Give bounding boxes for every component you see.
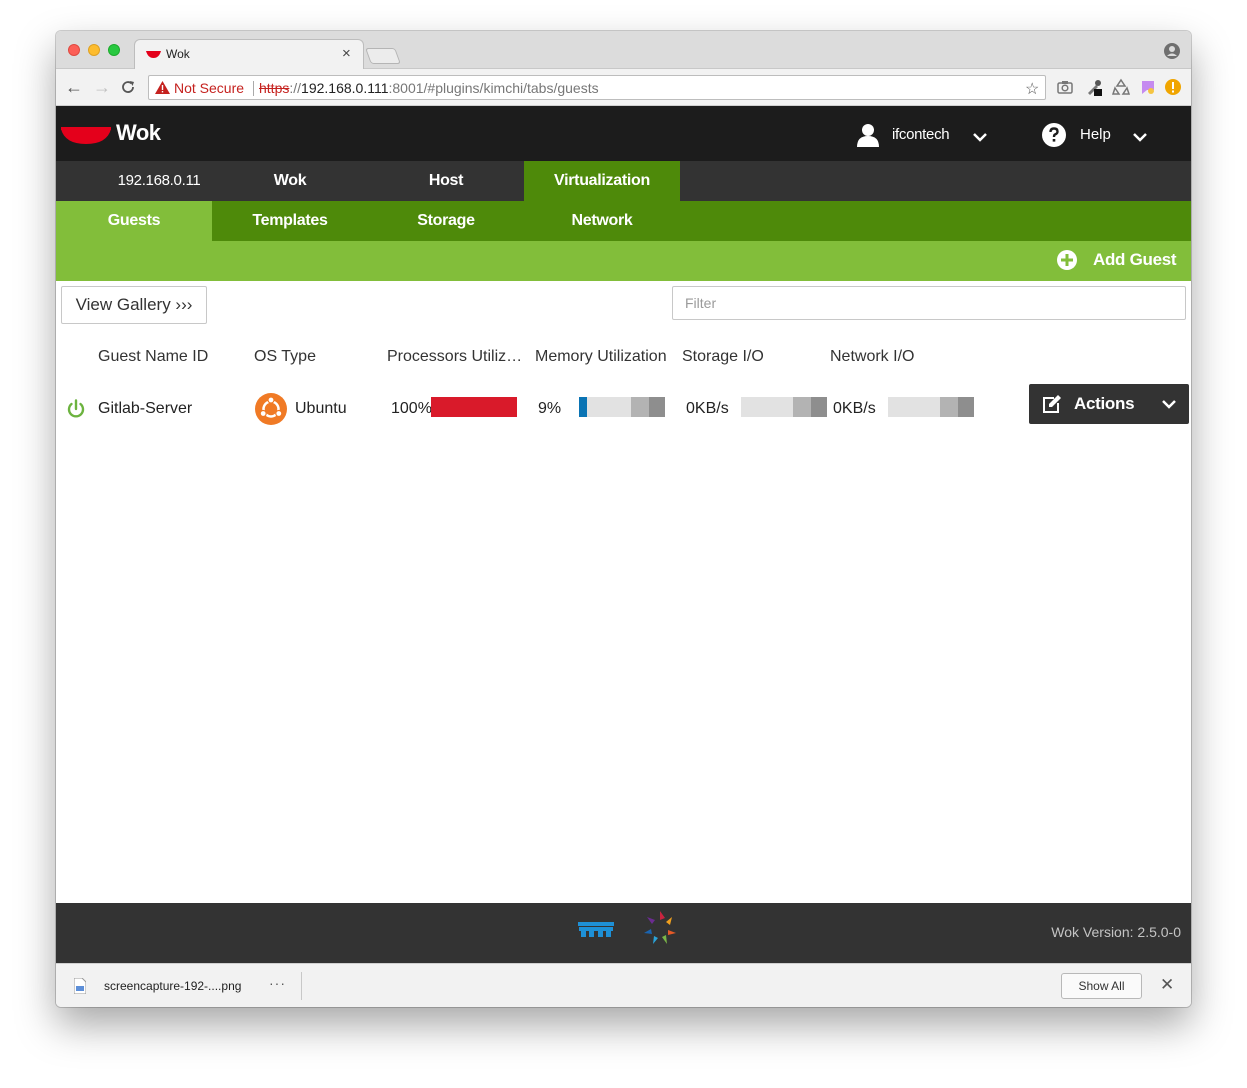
- tab-network[interactable]: Network: [524, 201, 680, 241]
- color-extension-icon[interactable]: [1139, 78, 1157, 96]
- close-window-button[interactable]: [68, 44, 80, 56]
- warning-icon: [155, 81, 170, 94]
- user-menu-chevron-down-icon[interactable]: [973, 133, 987, 143]
- reload-icon[interactable]: [120, 79, 136, 95]
- alert-extension-icon[interactable]: [1164, 78, 1182, 96]
- omnibox-separator: [253, 81, 254, 96]
- forward-icon[interactable]: →: [93, 77, 111, 98]
- storage-bar-shade-dark: [811, 397, 827, 417]
- processor-bar-fill: [431, 397, 517, 417]
- wok-logo-icon[interactable]: [61, 124, 111, 146]
- profile-icon[interactable]: [1164, 43, 1180, 59]
- table-row[interactable]: Gitlab-Server Ubuntu 100% 9% 0KB/s 0KB/s: [56, 383, 1191, 433]
- browser-window: Wok × ← → Not Secure https://192.168.0.1…: [56, 31, 1191, 1007]
- processor-utilization-bar: [431, 397, 517, 417]
- memory-bar-shade: [631, 397, 649, 417]
- wok-version-label: Wok Version: 2.5.0-0: [1051, 924, 1181, 940]
- guests-toolbar: Add Guest: [56, 241, 1191, 281]
- filter-input[interactable]: [672, 286, 1186, 320]
- download-file-name[interactable]: screencapture-192-....png: [104, 979, 241, 993]
- zoom-window-button[interactable]: [108, 44, 120, 56]
- add-guest-label: Add Guest: [1093, 250, 1177, 269]
- storage-bar-shade: [793, 397, 811, 417]
- storage-io-value: 0KB/s: [686, 400, 729, 417]
- bookmark-star-icon[interactable]: ☆: [1025, 79, 1039, 99]
- tab-templates[interactable]: Templates: [212, 201, 368, 241]
- network-io-value: 0KB/s: [833, 400, 876, 417]
- downloads-close-icon[interactable]: ✕: [1160, 975, 1174, 995]
- column-header-os-type[interactable]: OS Type: [254, 348, 316, 366]
- network-bar-shade: [940, 397, 958, 417]
- downloads-bar: screencapture-192-....png ··· Show All ✕: [56, 963, 1191, 1007]
- actions-button[interactable]: Actions: [1029, 384, 1189, 424]
- plus-circle-icon: [1057, 250, 1077, 270]
- help-label[interactable]: Help: [1080, 126, 1111, 143]
- browser-tabstrip: Wok ×: [56, 31, 1191, 70]
- storage-io-bar: [741, 397, 827, 417]
- app-footer: Wok Version: 2.5.0-0: [56, 903, 1191, 963]
- help-icon[interactable]: [1042, 123, 1066, 147]
- column-header-guest-name[interactable]: Guest Name ID: [98, 348, 208, 366]
- network-bar-shade-dark: [958, 397, 974, 417]
- edit-icon: [1043, 395, 1061, 413]
- browser-toolbar: ← → Not Secure https://192.168.0.111:800…: [56, 69, 1191, 106]
- minimize-window-button[interactable]: [88, 44, 100, 56]
- actions-label: Actions: [1074, 394, 1135, 413]
- app-logo-text[interactable]: Wok: [116, 120, 161, 146]
- user-name-label[interactable]: ifcontech: [892, 126, 950, 143]
- memory-utilization-value: 9%: [538, 400, 562, 417]
- address-bar[interactable]: Not Secure https://192.168.0.111:8001/#p…: [148, 75, 1046, 100]
- top-nav-virtualization[interactable]: Virtualization: [524, 161, 680, 201]
- tab-close-icon[interactable]: ×: [342, 45, 351, 62]
- actions-chevron-down-icon: [1162, 400, 1176, 409]
- column-header-network-io[interactable]: Network I/O: [830, 348, 914, 366]
- download-more-icon[interactable]: ···: [269, 975, 286, 991]
- new-tab-button[interactable]: [365, 48, 401, 64]
- processor-utilization-value: 100%: [391, 400, 432, 417]
- memory-utilization-bar: [579, 397, 665, 417]
- wok-community-logo-icon: [644, 911, 676, 944]
- column-header-memory[interactable]: Memory Utilization: [535, 348, 667, 366]
- guest-os-type: Ubuntu: [295, 400, 347, 417]
- app-header: Wok ifcontech Help: [56, 106, 1191, 161]
- wok-favicon-icon: [146, 51, 161, 58]
- ubuntu-logo-icon: [255, 393, 287, 425]
- show-all-button[interactable]: Show All: [1061, 973, 1142, 999]
- tab-guests[interactable]: Guests: [56, 201, 212, 241]
- memory-bar-shade-dark: [649, 397, 665, 417]
- file-icon: [74, 978, 86, 994]
- user-icon[interactable]: [857, 123, 879, 147]
- power-icon[interactable]: [66, 399, 86, 419]
- column-header-processors[interactable]: Processors Utiliz…: [387, 348, 522, 366]
- camera-extension-icon[interactable]: [1056, 78, 1074, 96]
- sub-navigation: Guests Templates Storage Network: [56, 201, 1191, 241]
- downloads-separator: [301, 972, 302, 1000]
- url-text: https://192.168.0.111:8001/#plugins/kimc…: [259, 80, 599, 96]
- tab-storage[interactable]: Storage: [368, 201, 524, 241]
- not-secure-label: Not Secure: [174, 80, 245, 96]
- view-gallery-button[interactable]: View Gallery ›››: [61, 286, 207, 324]
- eyedropper-extension-icon[interactable]: [1085, 78, 1103, 96]
- guest-name[interactable]: Gitlab-Server: [98, 400, 192, 418]
- column-header-storage-io[interactable]: Storage I/O: [682, 348, 764, 366]
- kimchi-logo-icon: [578, 922, 614, 937]
- top-nav-wok[interactable]: Wok: [212, 161, 368, 201]
- network-io-bar: [888, 397, 974, 417]
- recycle-extension-icon[interactable]: [1112, 78, 1130, 96]
- memory-bar-fill: [579, 397, 587, 417]
- help-menu-chevron-down-icon[interactable]: [1133, 133, 1147, 143]
- top-nav-host[interactable]: Host: [368, 161, 524, 201]
- top-navigation: 192.168.0.11 Wok Host Virtualization: [56, 161, 1191, 201]
- browser-tab-title: Wok: [166, 47, 190, 61]
- back-icon[interactable]: ←: [65, 77, 83, 98]
